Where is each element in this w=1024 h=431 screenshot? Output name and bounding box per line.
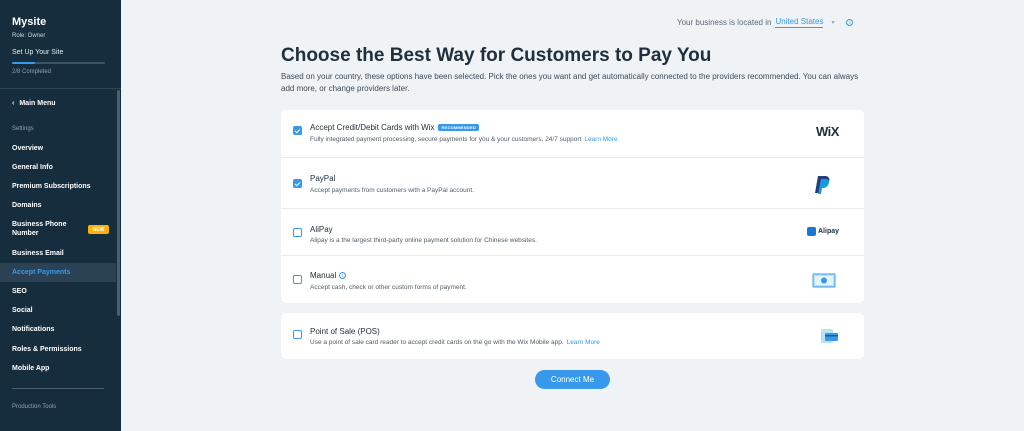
chevron-down-icon[interactable]: ▾ <box>831 19 834 26</box>
sidebar-item-mobile-app[interactable]: Mobile App <box>0 359 116 378</box>
payment-method-row-paypal[interactable]: PayPal Accept payments from customers wi… <box>281 157 864 204</box>
sidebar-scrollbar[interactable] <box>117 90 120 316</box>
learn-more-link[interactable]: Learn More <box>584 136 617 143</box>
payment-method-row-wix[interactable]: Accept Credit/Debit Cards with Wix RECOM… <box>281 110 864 157</box>
payment-methods-card: Accept Credit/Debit Cards with Wix RECOM… <box>281 110 864 303</box>
main-menu-back-button[interactable]: ‹ Main Menu <box>12 100 56 107</box>
payment-method-description: Fully integrated payment processing, sec… <box>310 136 618 143</box>
sidebar-item-domains[interactable]: Domains <box>0 196 116 215</box>
sidebar-divider <box>0 88 121 89</box>
wix-logo-icon: WiX <box>816 124 839 139</box>
cash-icon <box>812 273 836 288</box>
payment-method-row-manual[interactable]: Manual i Accept cash, check or other cus… <box>281 255 864 302</box>
new-badge: NEW <box>88 225 109 234</box>
alipay-mark-icon <box>807 227 816 236</box>
alipay-label: AliPay <box>310 225 333 234</box>
connect-me-button[interactable]: Connect Me <box>535 370 610 389</box>
sidebar-item-roles-permissions[interactable]: Roles & Permissions <box>0 340 116 359</box>
pos-label: Point of Sale (POS) <box>310 327 380 336</box>
setup-site-link[interactable]: Set Up Your Site <box>12 49 63 56</box>
recommended-badge: RECOMMENDED <box>438 124 479 131</box>
alipay-checkbox[interactable] <box>293 228 302 237</box>
country-select[interactable]: United States <box>775 17 824 28</box>
paypal-label: PayPal <box>310 174 336 183</box>
alipay-description: Alipay is a the largest third-party onli… <box>310 237 537 244</box>
sidebar: Mysite Role: Owner Set Up Your Site 2/8 … <box>0 0 121 431</box>
wix-payments-checkbox[interactable] <box>293 126 302 135</box>
manual-label: Manual <box>310 271 337 280</box>
sidebar-item-premium-subscriptions[interactable]: Premium Subscriptions <box>0 177 116 196</box>
main-menu-label: Main Menu <box>19 100 56 107</box>
point-of-sale-card: Point of Sale (POS) Use a point of sale … <box>281 313 864 359</box>
setup-completed-count: 2/8 Completed <box>12 69 52 75</box>
setup-progress-bar <box>12 62 105 64</box>
sidebar-divider <box>12 388 104 389</box>
learn-more-link[interactable]: Learn More <box>567 339 600 346</box>
sidebar-item-social[interactable]: Social <box>0 301 116 320</box>
payment-method-row-alipay[interactable]: AliPay Alipay is a the largest third-par… <box>281 208 864 255</box>
site-name[interactable]: Mysite <box>12 16 46 28</box>
sidebar-item-business-email[interactable]: Business Email <box>0 244 116 263</box>
sidebar-item-notifications[interactable]: Notifications <box>0 320 116 339</box>
manual-description: Accept cash, check or other custom forms… <box>310 284 467 291</box>
sidebar-item-accept-payments[interactable]: Accept Payments <box>0 263 116 282</box>
payment-method-title: Manual i <box>310 271 347 280</box>
wix-payments-description: Fully integrated payment processing, sec… <box>310 136 582 143</box>
setup-progress-fill <box>12 62 36 64</box>
sidebar-item-overview[interactable]: Overview <box>0 139 116 158</box>
card-reader-icon <box>821 329 838 343</box>
manual-checkbox[interactable] <box>293 275 302 284</box>
production-tools-section-label: Production Tools <box>12 404 57 410</box>
location-prefix: Your business is located in <box>677 18 772 27</box>
sidebar-item-seo[interactable]: SEO <box>0 282 116 301</box>
pos-description: Use a point of sale card reader to accep… <box>310 339 564 346</box>
settings-section-label: Settings <box>12 126 34 132</box>
sidebar-item-business-phone-number[interactable]: Business Phone Number <box>0 218 80 240</box>
paypal-checkbox[interactable] <box>293 179 302 188</box>
payment-method-title: Accept Credit/Debit Cards with Wix RECOM… <box>310 123 479 132</box>
payment-method-row-pos[interactable]: Point of Sale (POS) Use a point of sale … <box>281 313 864 360</box>
page-subtitle: Based on your country, these options hav… <box>281 72 859 93</box>
wix-payments-label: Accept Credit/Debit Cards with Wix <box>310 123 435 132</box>
pos-checkbox[interactable] <box>293 330 302 339</box>
paypal-description: Accept payments from customers with a Pa… <box>310 187 475 194</box>
paypal-logo-icon <box>815 176 830 194</box>
alipay-logo-text: Alipay <box>818 228 840 235</box>
alipay-logo-icon: Alipay <box>807 227 839 236</box>
info-icon[interactable]: i <box>846 19 854 26</box>
chevron-left-icon: ‹ <box>12 100 15 107</box>
payment-method-description: Use a point of sale card reader to accep… <box>310 339 600 346</box>
page-title: Choose the Best Way for Customers to Pay… <box>281 45 712 66</box>
site-role: Role: Owner <box>12 33 46 39</box>
sidebar-item-general-info[interactable]: General Info <box>0 158 116 177</box>
info-icon[interactable]: i <box>339 272 347 279</box>
business-location: Your business is located in United State… <box>677 17 854 28</box>
